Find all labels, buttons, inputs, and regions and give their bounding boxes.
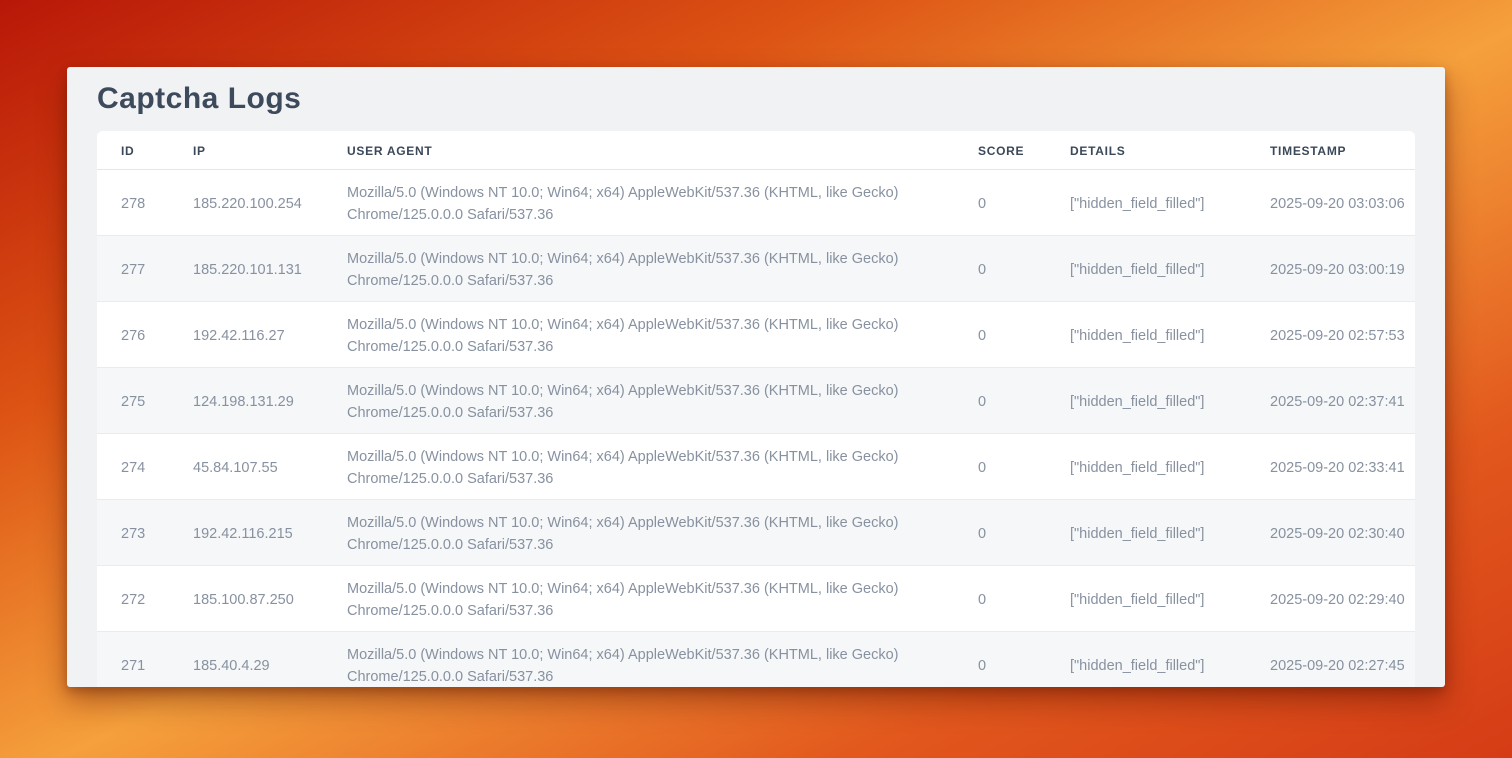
cell-score: 0	[954, 302, 1046, 368]
cell-id: 276	[97, 302, 169, 368]
cell-score: 0	[954, 434, 1046, 500]
log-row: 271 185.40.4.29 Mozilla/5.0 (Windows NT …	[97, 632, 1415, 688]
cell-timestamp: 2025-09-20 02:37:41	[1246, 368, 1415, 434]
log-row: 278 185.220.100.254 Mozilla/5.0 (Windows…	[97, 170, 1415, 236]
cell-ip: 124.198.131.29	[169, 368, 323, 434]
cell-timestamp: 2025-09-20 03:03:06	[1246, 170, 1415, 236]
cell-ip: 45.84.107.55	[169, 434, 323, 500]
cell-score: 0	[954, 632, 1046, 688]
cell-user-agent: Mozilla/5.0 (Windows NT 10.0; Win64; x64…	[323, 500, 954, 566]
cell-timestamp: 2025-09-20 02:33:41	[1246, 434, 1415, 500]
cell-details: ["hidden_field_filled"]	[1046, 434, 1246, 500]
cell-user-agent: Mozilla/5.0 (Windows NT 10.0; Win64; x64…	[323, 236, 954, 302]
cell-details: ["hidden_field_filled"]	[1046, 170, 1246, 236]
table-body: 278 185.220.100.254 Mozilla/5.0 (Windows…	[97, 170, 1415, 688]
column-header-details: DETAILS	[1046, 131, 1246, 170]
cell-timestamp: 2025-09-20 02:29:40	[1246, 566, 1415, 632]
column-header-user-agent: USER AGENT	[323, 131, 954, 170]
column-header-id: ID	[97, 131, 169, 170]
column-header-ip: IP	[169, 131, 323, 170]
log-row: 272 185.100.87.250 Mozilla/5.0 (Windows …	[97, 566, 1415, 632]
cell-user-agent: Mozilla/5.0 (Windows NT 10.0; Win64; x64…	[323, 632, 954, 688]
cell-timestamp: 2025-09-20 02:27:45	[1246, 632, 1415, 688]
log-row: 273 192.42.116.215 Mozilla/5.0 (Windows …	[97, 500, 1415, 566]
cell-details: ["hidden_field_filled"]	[1046, 500, 1246, 566]
cell-id: 277	[97, 236, 169, 302]
cell-timestamp: 2025-09-20 02:30:40	[1246, 500, 1415, 566]
cell-ip: 185.40.4.29	[169, 632, 323, 688]
cell-score: 0	[954, 566, 1046, 632]
cell-id: 271	[97, 632, 169, 688]
cell-user-agent: Mozilla/5.0 (Windows NT 10.0; Win64; x64…	[323, 170, 954, 236]
table-header-row: ID IP USER AGENT SCORE DETAILS TIMESTAMP	[97, 131, 1415, 170]
cell-user-agent: Mozilla/5.0 (Windows NT 10.0; Win64; x64…	[323, 434, 954, 500]
log-row: 275 124.198.131.29 Mozilla/5.0 (Windows …	[97, 368, 1415, 434]
cell-id: 275	[97, 368, 169, 434]
cell-timestamp: 2025-09-20 03:00:19	[1246, 236, 1415, 302]
log-row: 277 185.220.101.131 Mozilla/5.0 (Windows…	[97, 236, 1415, 302]
table-header: ID IP USER AGENT SCORE DETAILS TIMESTAMP	[97, 131, 1415, 170]
cell-ip: 192.42.116.215	[169, 500, 323, 566]
cell-id: 278	[97, 170, 169, 236]
cell-user-agent: Mozilla/5.0 (Windows NT 10.0; Win64; x64…	[323, 566, 954, 632]
cell-score: 0	[954, 500, 1046, 566]
log-row: 274 45.84.107.55 Mozilla/5.0 (Windows NT…	[97, 434, 1415, 500]
cell-score: 0	[954, 368, 1046, 434]
cell-user-agent: Mozilla/5.0 (Windows NT 10.0; Win64; x64…	[323, 302, 954, 368]
cell-details: ["hidden_field_filled"]	[1046, 368, 1246, 434]
cell-details: ["hidden_field_filled"]	[1046, 236, 1246, 302]
cell-score: 0	[954, 170, 1046, 236]
column-header-timestamp: TIMESTAMP	[1246, 131, 1415, 170]
page-title: Captcha Logs	[97, 82, 1415, 116]
log-row: 276 192.42.116.27 Mozilla/5.0 (Windows N…	[97, 302, 1415, 368]
cell-ip: 185.220.100.254	[169, 170, 323, 236]
cell-details: ["hidden_field_filled"]	[1046, 302, 1246, 368]
cell-ip: 185.220.101.131	[169, 236, 323, 302]
page-background: { "page": { "title": "Captcha Logs" }, "…	[0, 0, 1512, 758]
cell-user-agent: Mozilla/5.0 (Windows NT 10.0; Win64; x64…	[323, 368, 954, 434]
cell-ip: 185.100.87.250	[169, 566, 323, 632]
cell-score: 0	[954, 236, 1046, 302]
cell-id: 274	[97, 434, 169, 500]
logs-table-container: ID IP USER AGENT SCORE DETAILS TIMESTAMP…	[97, 131, 1415, 687]
column-header-score: SCORE	[954, 131, 1046, 170]
cell-ip: 192.42.116.27	[169, 302, 323, 368]
cell-details: ["hidden_field_filled"]	[1046, 632, 1246, 688]
cell-id: 273	[97, 500, 169, 566]
cell-details: ["hidden_field_filled"]	[1046, 566, 1246, 632]
cell-timestamp: 2025-09-20 02:57:53	[1246, 302, 1415, 368]
captcha-logs-table: ID IP USER AGENT SCORE DETAILS TIMESTAMP…	[97, 131, 1415, 687]
cell-id: 272	[97, 566, 169, 632]
captcha-logs-card: Captcha Logs ID IP USER AGENT SCORE DETA…	[67, 67, 1445, 687]
